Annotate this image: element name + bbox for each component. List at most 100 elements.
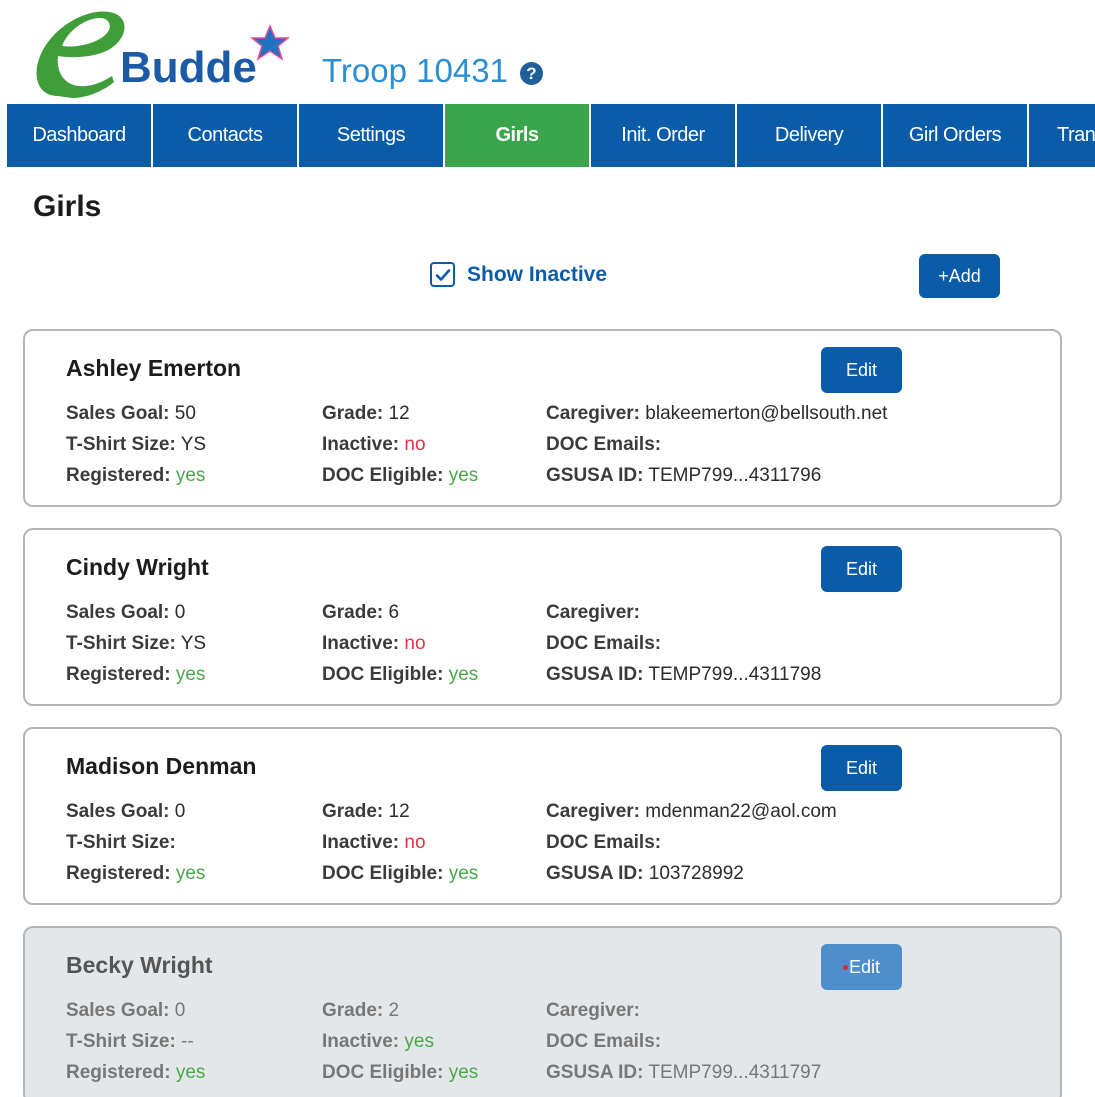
girl-card: Ashley Emerton Edit Sales Goal: 50 T-Shi…	[23, 329, 1062, 507]
nav-init-order[interactable]: Init. Order	[591, 104, 737, 167]
gsusa-id-value: TEMP799...4311797	[648, 1062, 822, 1083]
caregiver-label: Caregiver:	[546, 602, 640, 623]
registered-field: Registered: yes	[66, 664, 205, 686]
app-header: Budde Troop 10431 ?	[0, 0, 1095, 104]
logo-text: Budde	[120, 43, 257, 92]
doc-eligible-label: DOC Eligible:	[322, 664, 444, 685]
grade-value: 2	[388, 1000, 400, 1021]
checkmark-icon	[435, 268, 450, 281]
edit-button[interactable]: Edit	[821, 546, 902, 592]
grade-label: Grade:	[322, 801, 384, 822]
gsusa-id-label: GSUSA ID:	[546, 1062, 644, 1083]
inactive-value: yes	[404, 1031, 434, 1052]
gsusa-id-value: TEMP799...4311798	[648, 664, 822, 685]
girl-card: Madison Denman Edit Sales Goal: 0 T-Shir…	[23, 727, 1062, 905]
tshirt-label: T-Shirt Size:	[66, 832, 176, 853]
grade-label: Grade:	[322, 1000, 384, 1021]
caregiver-field: Caregiver: blakeemerton@bellsouth.net	[546, 403, 887, 425]
edit-button[interactable]: Edit	[821, 745, 902, 791]
grade-field: Grade: 2	[322, 1000, 399, 1022]
tshirt-label: T-Shirt Size:	[66, 633, 176, 654]
show-inactive-label: Show Inactive	[467, 262, 608, 286]
show-inactive-checkbox[interactable]	[430, 262, 455, 287]
ebudde-logo[interactable]: Budde	[28, 4, 298, 102]
tshirt-value: --	[181, 1031, 194, 1052]
doc-emails-label: DOC Emails:	[546, 633, 662, 654]
sales-goal-value: 0	[174, 1000, 186, 1021]
ebudde-logo-icon: Budde	[36, 11, 291, 98]
sales-goal-field: Sales Goal: 0	[66, 801, 185, 823]
nav-delivery[interactable]: Delivery	[737, 104, 883, 167]
doc-eligible-value: yes	[448, 664, 479, 685]
sales-goal-label: Sales Goal:	[66, 403, 170, 424]
grade-field: Grade: 12	[322, 801, 410, 823]
gsusa-id-field: GSUSA ID: 103728992	[546, 863, 744, 885]
inactive-field: Inactive: yes	[322, 1031, 434, 1053]
girl-name: Madison Denman	[66, 753, 257, 779]
registered-field: Registered: yes	[66, 1062, 205, 1084]
doc-eligible-value: yes	[448, 863, 479, 884]
tshirt-field: T-Shirt Size: YS	[66, 434, 206, 456]
grade-field: Grade: 12	[322, 403, 410, 425]
nav-dashboard[interactable]: Dashboard	[7, 104, 153, 167]
girl-card-inactive: Becky Wright Edit Sales Goal: 0 T-Shirt …	[23, 926, 1062, 1097]
sales-goal-field: Sales Goal: 0	[66, 602, 185, 624]
gsusa-id-label: GSUSA ID:	[546, 664, 644, 685]
inactive-value: no	[404, 434, 426, 455]
add-girl-button[interactable]: +Add	[919, 254, 1000, 298]
caregiver-field: Caregiver: mdenman22@aol.com	[546, 801, 837, 823]
caregiver-label: Caregiver:	[546, 801, 640, 822]
nav-contacts[interactable]: Contacts	[153, 104, 299, 167]
show-inactive-toggle[interactable]: Show Inactive	[430, 262, 607, 287]
girl-name: Cindy Wright	[66, 554, 209, 580]
edit-button-label: Edit	[848, 956, 881, 977]
doc-eligible-field: DOC Eligible: yes	[322, 664, 478, 686]
doc-eligible-label: DOC Eligible:	[322, 1062, 444, 1083]
inactive-field: Inactive: no	[322, 832, 426, 854]
doc-emails-label: DOC Emails:	[546, 1031, 662, 1052]
doc-emails-field: DOC Emails:	[546, 1031, 661, 1053]
edit-button[interactable]: Edit	[821, 944, 902, 990]
registered-label: Registered:	[66, 863, 171, 884]
caregiver-value: mdenman22@aol.com	[645, 801, 837, 822]
girl-name: Becky Wright	[66, 952, 213, 978]
nav-girls[interactable]: Girls	[445, 104, 591, 167]
inactive-label: Inactive:	[322, 434, 400, 455]
grade-field: Grade: 6	[322, 602, 399, 624]
sales-goal-value: 50	[174, 403, 196, 424]
nav-transactions[interactable]: Tran	[1029, 104, 1095, 167]
gsusa-id-field: GSUSA ID: TEMP799...4311796	[546, 465, 821, 487]
caregiver-label: Caregiver:	[546, 403, 640, 424]
gsusa-id-value: TEMP799...4311796	[648, 465, 822, 486]
inactive-value: no	[404, 832, 426, 853]
doc-eligible-field: DOC Eligible: yes	[322, 465, 478, 487]
girls-list: Ashley Emerton Edit Sales Goal: 50 T-Shi…	[23, 329, 1062, 1097]
registered-field: Registered: yes	[66, 863, 205, 885]
tshirt-field: T-Shirt Size:	[66, 832, 176, 854]
tshirt-field: T-Shirt Size: YS	[66, 633, 206, 655]
question-circle-icon[interactable]: ?	[519, 61, 543, 85]
edit-button[interactable]: Edit	[821, 347, 902, 393]
tshirt-label: T-Shirt Size:	[66, 434, 176, 455]
gsusa-id-label: GSUSA ID:	[546, 465, 644, 486]
doc-emails-label: DOC Emails:	[546, 434, 662, 455]
doc-emails-field: DOC Emails:	[546, 434, 661, 456]
sales-goal-value: 0	[174, 602, 186, 623]
registered-field: Registered: yes	[66, 465, 205, 487]
doc-eligible-label: DOC Eligible:	[322, 465, 444, 486]
nav-settings[interactable]: Settings	[299, 104, 445, 167]
registered-label: Registered:	[66, 465, 171, 486]
sales-goal-value: 0	[174, 801, 186, 822]
grade-value: 6	[388, 602, 400, 623]
caregiver-field: Caregiver:	[546, 602, 640, 624]
girl-name: Ashley Emerton	[66, 355, 242, 381]
gsusa-id-field: GSUSA ID: TEMP799...4311798	[546, 664, 821, 686]
girl-card: Cindy Wright Edit Sales Goal: 0 T-Shirt …	[23, 528, 1062, 706]
doc-eligible-field: DOC Eligible: yes	[322, 863, 478, 885]
doc-eligible-field: DOC Eligible: yes	[322, 1062, 478, 1084]
nav-girl-orders[interactable]: Girl Orders	[883, 104, 1029, 167]
sales-goal-label: Sales Goal:	[66, 1000, 170, 1021]
registered-value: yes	[175, 863, 206, 884]
caregiver-field: Caregiver:	[546, 1000, 640, 1022]
inactive-field: Inactive: no	[322, 633, 426, 655]
